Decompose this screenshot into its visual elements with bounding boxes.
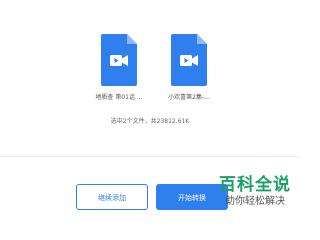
watermark-title: 百科全说 [219, 175, 291, 195]
selection-summary: 选中2个文件，共23812.61K [110, 118, 190, 125]
video-file-icon [171, 34, 207, 86]
file-name: 地质查 第01话 ... [95, 94, 143, 101]
watermark-subtitle: 助你轻松解决 [225, 195, 285, 207]
watermark-logo: 百科全说 助你轻松解决 [216, 176, 294, 208]
file-item[interactable]: 小欢喜第2集-... [154, 34, 224, 101]
video-file-icon [101, 34, 137, 86]
file-item[interactable]: 地质查 第01话 ... [84, 34, 154, 101]
file-name: 小欢喜第2集-... [168, 94, 210, 101]
continue-add-button[interactable]: 继续添加 [76, 184, 148, 210]
divider [0, 156, 300, 157]
